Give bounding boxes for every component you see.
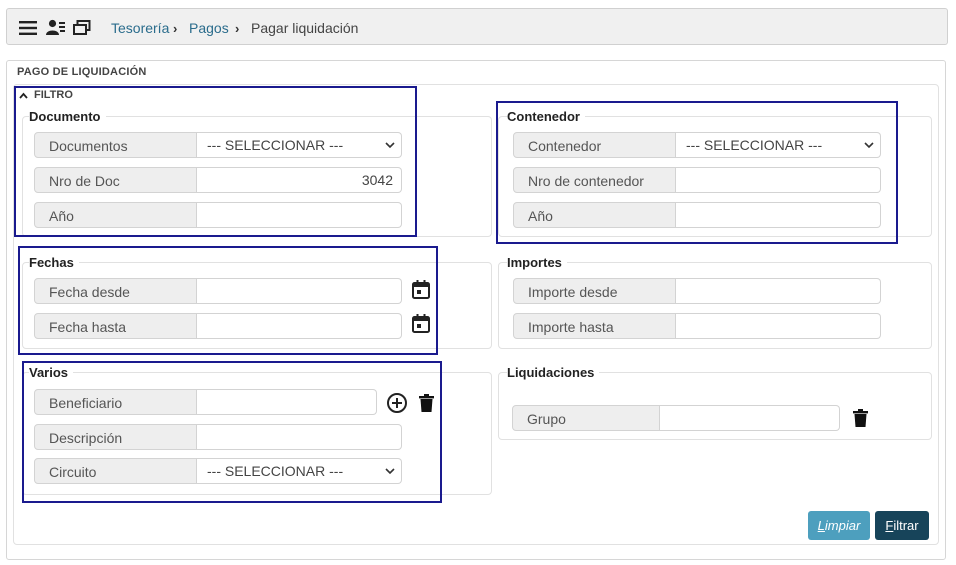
breadcrumb-tesoreria[interactable]: Tesorería <box>111 20 169 36</box>
fecha-hasta-input[interactable] <box>197 313 402 339</box>
chevron-down-icon <box>864 142 874 149</box>
importe-desde-label: Importe desde <box>513 278 676 304</box>
descripcion-label: Descripción <box>34 424 197 450</box>
group-contenedor-title: Contenedor <box>507 109 585 124</box>
nro-contenedor-label: Nro de contenedor <box>513 167 676 193</box>
filter-label: FILTRO <box>34 89 73 101</box>
group-fechas-title: Fechas <box>29 255 79 270</box>
anio-contenedor-input[interactable] <box>676 202 881 228</box>
documentos-select-value: --- SELECCIONAR --- <box>207 137 344 153</box>
user-list-icon[interactable] <box>46 18 66 38</box>
breadcrumb-separator: › <box>235 21 240 36</box>
anio-doc-label: Año <box>34 202 197 228</box>
windows-icon[interactable] <box>72 18 92 38</box>
contenedor-label: Contenedor <box>513 132 676 158</box>
importe-hasta-input[interactable] <box>676 313 881 339</box>
breadcrumb-current: Pagar liquidación <box>251 20 359 36</box>
circuito-select-value: --- SELECCIONAR --- <box>207 463 344 479</box>
chevron-down-icon <box>385 468 395 475</box>
panel-title: PAGO DE LIQUIDACIÓN <box>17 66 147 78</box>
limpiar-button[interactable]: Limpiar <box>808 511 870 540</box>
documentos-select[interactable]: --- SELECCIONAR --- <box>197 132 402 158</box>
circuito-label: Circuito <box>34 458 197 484</box>
chevron-down-icon <box>385 142 395 149</box>
trash-icon[interactable] <box>852 408 869 428</box>
nro-contenedor-input[interactable] <box>676 167 881 193</box>
importe-hasta-label: Importe hasta <box>513 313 676 339</box>
limpiar-label: impiar <box>824 518 861 533</box>
menu-icon[interactable] <box>18 18 38 38</box>
nro-doc-input[interactable]: 3042 <box>197 167 402 193</box>
beneficiario-input[interactable] <box>197 389 377 415</box>
anio-contenedor-label: Año <box>513 202 676 228</box>
contenedor-select-value: --- SELECCIONAR --- <box>686 137 823 153</box>
importe-desde-input[interactable] <box>676 278 881 304</box>
calendar-icon[interactable] <box>411 313 431 334</box>
add-circle-icon[interactable] <box>386 392 408 414</box>
descripcion-input[interactable] <box>197 424 402 450</box>
beneficiario-label: Beneficiario <box>34 389 197 415</box>
filtrar-label: iltrar <box>893 518 919 533</box>
nro-doc-label: Nro de Doc <box>34 167 197 193</box>
trash-icon[interactable] <box>418 393 435 413</box>
fecha-desde-label: Fecha desde <box>34 278 197 304</box>
anio-doc-input[interactable] <box>197 202 402 228</box>
limpiar-accesskey: L <box>817 518 825 533</box>
group-liquidaciones-title: Liquidaciones <box>507 365 600 380</box>
circuito-select[interactable]: --- SELECCIONAR --- <box>197 458 402 484</box>
top-bar: Tesorería › Pagos › Pagar liquidación <box>6 8 948 45</box>
documentos-label: Documentos <box>34 132 197 158</box>
fecha-hasta-label: Fecha hasta <box>34 313 197 339</box>
fecha-desde-input[interactable] <box>197 278 402 304</box>
contenedor-select[interactable]: --- SELECCIONAR --- <box>676 132 881 158</box>
group-documento-title: Documento <box>29 109 106 124</box>
breadcrumb-pagos[interactable]: Pagos <box>189 20 229 36</box>
group-importes-title: Importes <box>507 255 567 270</box>
grupo-input[interactable] <box>660 405 840 431</box>
grupo-label: Grupo <box>512 405 660 431</box>
filtrar-button[interactable]: Filtrar <box>875 511 929 540</box>
calendar-icon[interactable] <box>411 279 431 300</box>
group-varios-title: Varios <box>29 365 74 380</box>
chevron-up-icon <box>19 92 28 99</box>
filter-toggle[interactable]: FILTRO <box>19 89 73 101</box>
breadcrumb-separator: › <box>173 21 178 36</box>
